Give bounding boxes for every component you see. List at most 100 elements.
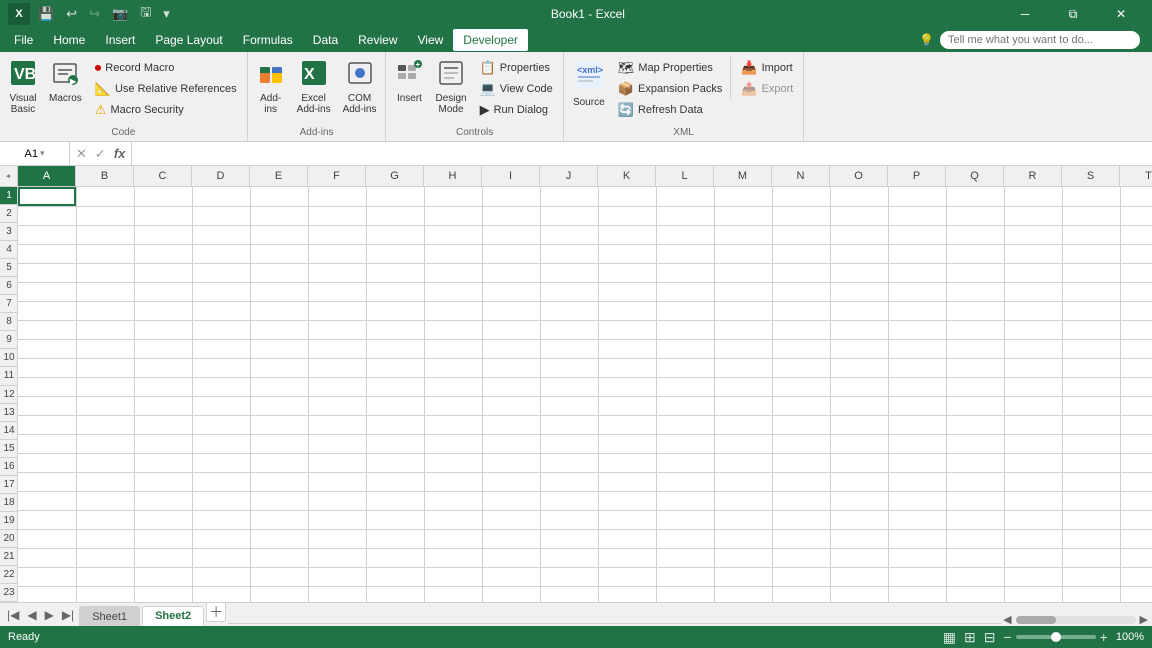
row-header-11[interactable]: 11 bbox=[0, 367, 18, 385]
cell-T18[interactable] bbox=[1120, 510, 1152, 529]
cell-E3[interactable] bbox=[250, 225, 308, 244]
cell-N1[interactable] bbox=[772, 187, 830, 206]
cell-H19[interactable] bbox=[424, 529, 482, 548]
cell-Q15[interactable] bbox=[946, 453, 1004, 472]
cell-K14[interactable] bbox=[598, 434, 656, 453]
cell-R5[interactable] bbox=[1004, 263, 1062, 282]
cell-R1[interactable] bbox=[1004, 187, 1062, 206]
cell-J5[interactable] bbox=[540, 263, 598, 282]
visual-basic-button[interactable]: VB VisualBasic bbox=[4, 56, 42, 118]
cell-I2[interactable] bbox=[482, 206, 540, 225]
cell-J15[interactable] bbox=[540, 453, 598, 472]
zoom-in-icon[interactable]: + bbox=[1100, 629, 1108, 645]
cell-S13[interactable] bbox=[1062, 415, 1120, 434]
confirm-formula-icon[interactable]: ✓ bbox=[93, 146, 108, 162]
cell-Q10[interactable] bbox=[946, 358, 1004, 377]
cell-M15[interactable] bbox=[714, 453, 772, 472]
cell-F1[interactable] bbox=[308, 187, 366, 206]
scroll-right-btn[interactable]: ▶ bbox=[1140, 613, 1148, 626]
cell-G18[interactable] bbox=[366, 510, 424, 529]
cell-Q6[interactable] bbox=[946, 282, 1004, 301]
cell-Q2[interactable] bbox=[946, 206, 1004, 225]
cell-F14[interactable] bbox=[308, 434, 366, 453]
cell-B14[interactable] bbox=[76, 434, 134, 453]
cell-D19[interactable] bbox=[192, 529, 250, 548]
zoom-slider[interactable] bbox=[1016, 635, 1096, 639]
cell-S5[interactable] bbox=[1062, 263, 1120, 282]
cell-H1[interactable] bbox=[424, 187, 482, 206]
cell-B5[interactable] bbox=[76, 263, 134, 282]
cell-R13[interactable] bbox=[1004, 415, 1062, 434]
cell-F22[interactable] bbox=[308, 586, 366, 602]
cell-S3[interactable] bbox=[1062, 225, 1120, 244]
cell-L5[interactable] bbox=[656, 263, 714, 282]
cell-R11[interactable] bbox=[1004, 377, 1062, 396]
cell-J4[interactable] bbox=[540, 244, 598, 263]
cell-I10[interactable] bbox=[482, 358, 540, 377]
cell-O6[interactable] bbox=[830, 282, 888, 301]
cell-Q9[interactable] bbox=[946, 339, 1004, 358]
cell-T13[interactable] bbox=[1120, 415, 1152, 434]
undo-icon[interactable]: ↩ bbox=[62, 4, 81, 24]
cell-F4[interactable] bbox=[308, 244, 366, 263]
redo-icon[interactable]: ↪ bbox=[85, 4, 104, 24]
cell-I19[interactable] bbox=[482, 529, 540, 548]
cell-H12[interactable] bbox=[424, 396, 482, 415]
cell-D13[interactable] bbox=[192, 415, 250, 434]
cell-J9[interactable] bbox=[540, 339, 598, 358]
cell-J7[interactable] bbox=[540, 301, 598, 320]
cell-H3[interactable] bbox=[424, 225, 482, 244]
cell-O16[interactable] bbox=[830, 472, 888, 491]
cell-M1[interactable] bbox=[714, 187, 772, 206]
cell-F9[interactable] bbox=[308, 339, 366, 358]
cell-E13[interactable] bbox=[250, 415, 308, 434]
cell-S7[interactable] bbox=[1062, 301, 1120, 320]
cell-H13[interactable] bbox=[424, 415, 482, 434]
cell-G21[interactable] bbox=[366, 567, 424, 586]
cell-A8[interactable] bbox=[18, 320, 76, 339]
col-header-M[interactable]: M bbox=[714, 166, 772, 186]
cell-G8[interactable] bbox=[366, 320, 424, 339]
cell-E1[interactable] bbox=[250, 187, 308, 206]
cell-G20[interactable] bbox=[366, 548, 424, 567]
zoom-out-icon[interactable]: − bbox=[1003, 629, 1011, 645]
cell-C7[interactable] bbox=[134, 301, 192, 320]
cell-Q19[interactable] bbox=[946, 529, 1004, 548]
cell-J6[interactable] bbox=[540, 282, 598, 301]
cell-L16[interactable] bbox=[656, 472, 714, 491]
cell-J19[interactable] bbox=[540, 529, 598, 548]
cell-F20[interactable] bbox=[308, 548, 366, 567]
cell-K19[interactable] bbox=[598, 529, 656, 548]
cell-E15[interactable] bbox=[250, 453, 308, 472]
cell-I21[interactable] bbox=[482, 567, 540, 586]
cell-C16[interactable] bbox=[134, 472, 192, 491]
cell-T9[interactable] bbox=[1120, 339, 1152, 358]
cell-G16[interactable] bbox=[366, 472, 424, 491]
cell-K3[interactable] bbox=[598, 225, 656, 244]
menu-data[interactable]: Data bbox=[303, 29, 348, 51]
row-header-5[interactable]: 5 bbox=[0, 259, 18, 277]
cell-D12[interactable] bbox=[192, 396, 250, 415]
cell-O22[interactable] bbox=[830, 586, 888, 602]
cell-L9[interactable] bbox=[656, 339, 714, 358]
cell-S20[interactable] bbox=[1062, 548, 1120, 567]
cell-N16[interactable] bbox=[772, 472, 830, 491]
export-button[interactable]: 📤 Export bbox=[735, 79, 799, 99]
row-header-17[interactable]: 17 bbox=[0, 476, 18, 494]
cell-L22[interactable] bbox=[656, 586, 714, 602]
cell-J21[interactable] bbox=[540, 567, 598, 586]
cell-P20[interactable] bbox=[888, 548, 946, 567]
cell-S15[interactable] bbox=[1062, 453, 1120, 472]
cell-T4[interactable] bbox=[1120, 244, 1152, 263]
cell-B6[interactable] bbox=[76, 282, 134, 301]
first-sheet-btn[interactable]: |◀ bbox=[4, 608, 22, 622]
cell-I12[interactable] bbox=[482, 396, 540, 415]
cell-R9[interactable] bbox=[1004, 339, 1062, 358]
col-header-L[interactable]: L bbox=[656, 166, 714, 186]
cell-L3[interactable] bbox=[656, 225, 714, 244]
cell-Q4[interactable] bbox=[946, 244, 1004, 263]
cell-P19[interactable] bbox=[888, 529, 946, 548]
cell-A21[interactable] bbox=[18, 567, 76, 586]
cell-G12[interactable] bbox=[366, 396, 424, 415]
cell-R14[interactable] bbox=[1004, 434, 1062, 453]
